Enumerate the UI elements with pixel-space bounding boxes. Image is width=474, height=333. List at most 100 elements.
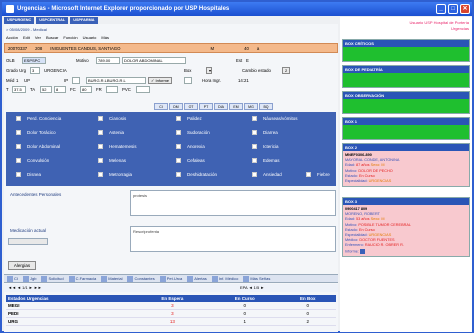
- tool-mas-senas[interactable]: Más Señas: [243, 275, 270, 282]
- exam-ci[interactable]: CI: [154, 103, 168, 110]
- menu-edit[interactable]: Edit: [23, 35, 30, 40]
- exam-pt[interactable]: PT: [199, 103, 213, 110]
- check-nauseas[interactable]: Náuseas/vómitos: [252, 116, 298, 121]
- menu-mas[interactable]: Más: [101, 35, 109, 40]
- tool-solicitud[interactable]: Solicitud: [41, 275, 64, 282]
- informe-button[interactable]: ✓ Informe: [148, 77, 173, 84]
- check-dolor-abdominal[interactable]: Dolor Abdominal: [16, 144, 60, 149]
- grado-field[interactable]: 3: [30, 67, 40, 74]
- exam-mg[interactable]: MG: [244, 103, 258, 110]
- check-fiebre[interactable]: Fiebre: [306, 172, 330, 177]
- check-sudoracion[interactable]: Sudoración: [176, 130, 210, 135]
- box-3[interactable]: BOX 3 0900417 809 MORENO, ROBERT Edad: 5…: [342, 197, 470, 258]
- check-ictericia[interactable]: Ictericia: [252, 144, 279, 149]
- tab-uspurgenc[interactable]: USPURGENC: [4, 17, 35, 24]
- medicacion-textarea[interactable]: Rescriprofenta: [130, 226, 336, 252]
- check-cefaleas[interactable]: Cefaleas: [176, 158, 205, 163]
- tool-inf-medico[interactable]: Inf. Médico: [211, 275, 238, 282]
- form-row-1: OLB ESPSPC Motivo 789.00 DOLOR ABDOMINAL…: [6, 57, 249, 64]
- box-value: 53 años: [356, 217, 370, 222]
- tool-constantes[interactable]: Constantes: [127, 275, 155, 282]
- menu-buscar[interactable]: Buscar: [46, 35, 58, 40]
- tool-ci[interactable]: CI: [7, 275, 18, 282]
- medico-label: Méd: [6, 78, 15, 83]
- fr-label: FR: [96, 87, 102, 92]
- box-title: BOX 1: [343, 118, 469, 125]
- check-disnea[interactable]: Disnea: [16, 172, 41, 177]
- check-hematemesis[interactable]: Hematemesis: [98, 144, 137, 149]
- table-row[interactable]: URG 13 1 2: [6, 317, 336, 326]
- medicacion-button[interactable]: [8, 238, 48, 245]
- box-2[interactable]: BOX 2 MNEF0306-890 MAYORAL CONDE, ANTONI…: [342, 143, 470, 188]
- row-en-box: 0: [279, 302, 336, 310]
- box-criticos[interactable]: BOX CRÍTICOS: [342, 39, 470, 62]
- box-dropdown[interactable]: ▾: [206, 67, 212, 74]
- row-en-curso: 0: [210, 309, 280, 318]
- check-cianosis[interactable]: Cianosis: [98, 116, 126, 121]
- pager-right[interactable]: EPA ◄ 1/5 ►: [240, 284, 264, 292]
- tab-uspfarma[interactable]: USPFARMA: [70, 17, 98, 24]
- action-toolbar: CI Jgb Solicitud C.Farmacia Material Con…: [4, 274, 338, 283]
- maximize-button[interactable]: □: [448, 4, 458, 14]
- check-ansiedad[interactable]: Ansiedad: [252, 172, 282, 177]
- check-melenas[interactable]: Melenas: [98, 158, 126, 163]
- check-palidez[interactable]: Palidez: [176, 116, 202, 121]
- pvc-field[interactable]: [136, 86, 150, 93]
- row-en-curso: 0: [210, 302, 280, 310]
- tab-uspcentral[interactable]: USPCENTRAL: [36, 17, 69, 24]
- temp-field[interactable]: 37.5: [12, 86, 26, 93]
- alergias-button[interactable]: Alergias: [8, 261, 36, 270]
- patient-name: INIGUENTES CANDUS, SANTIAGO: [50, 45, 121, 51]
- close-button[interactable]: ✕: [460, 4, 470, 14]
- informe-extra-field[interactable]: [184, 77, 193, 84]
- check-diarrea[interactable]: Diarrea: [252, 130, 278, 135]
- table-row[interactable]: MEGI 3 0 0: [6, 302, 336, 310]
- tool-jgb[interactable]: Jgb: [23, 275, 36, 282]
- ta-field-2[interactable]: 8: [54, 86, 66, 93]
- check-metrorragia[interactable]: Metrorragia: [98, 172, 132, 177]
- menu-accion[interactable]: Acción: [6, 35, 18, 40]
- box-key: Enfermero:: [345, 243, 364, 248]
- hora-label: Hora Ingr.: [202, 78, 221, 83]
- check-perd-conciencia[interactable]: Perd. Conciencia: [16, 116, 61, 121]
- motivo-text-field[interactable]: DOLOR ABDOMINAL: [122, 57, 186, 64]
- pager-left[interactable]: ◄◄ ◄ 1/1 ► ►►: [8, 285, 42, 290]
- tool-alertas[interactable]: Alertas: [187, 275, 207, 282]
- antecedentes-textarea[interactable]: protesis: [130, 190, 336, 216]
- minimize-button[interactable]: _: [436, 4, 446, 14]
- exam-ot[interactable]: OT: [184, 103, 198, 110]
- check-astenia[interactable]: Astenia: [98, 130, 124, 135]
- ta-field-1[interactable]: 52: [40, 86, 52, 93]
- cambio-estado-button[interactable]: 2: [282, 67, 290, 74]
- informe-icon[interactable]: [360, 248, 365, 254]
- table-header-row: Estados Urgencias En Espera En Curso En …: [6, 295, 336, 302]
- check-convulsion[interactable]: Convulsión: [16, 158, 49, 163]
- menu-usuario[interactable]: Usuario: [83, 35, 97, 40]
- nhc-field[interactable]: ESPSPC: [22, 57, 46, 64]
- tool-pet-urca[interactable]: Pet.Urca: [159, 275, 182, 282]
- exam-bq[interactable]: BQ: [259, 103, 273, 110]
- menu-funcion[interactable]: Función: [63, 35, 77, 40]
- menu-ver[interactable]: Ver: [35, 35, 41, 40]
- check-anorexia[interactable]: Anorexia: [176, 144, 205, 149]
- exam-dia[interactable]: DIA: [214, 103, 228, 110]
- table-row[interactable]: PEDI 3 0 0: [6, 309, 336, 318]
- tool-material[interactable]: Material: [101, 275, 122, 282]
- fr-field[interactable]: [106, 86, 118, 93]
- tool-farmacia[interactable]: C.Farmacia: [68, 275, 96, 282]
- exam-dm[interactable]: DM: [169, 103, 183, 110]
- row-en-box: 0: [279, 309, 336, 318]
- fc-field[interactable]: 80: [80, 86, 92, 93]
- box-pediatria[interactable]: BOX DE PEDIATRÍA: [342, 65, 470, 88]
- motivo-code-field[interactable]: 789.00: [96, 57, 120, 64]
- check-deshidratacion[interactable]: Deshidratación: [176, 172, 217, 177]
- box-observacion[interactable]: BOX OBSERVACIÓN: [342, 91, 470, 114]
- box-1[interactable]: BOX 1: [342, 117, 470, 140]
- check-label: Cefaleas: [187, 158, 205, 163]
- check-dolor-toracico[interactable]: Dolor Torácico: [16, 130, 56, 135]
- exam-em[interactable]: EM: [229, 103, 243, 110]
- check-edemas[interactable]: Edemas: [252, 158, 280, 163]
- ip-field[interactable]: [72, 77, 80, 84]
- up-field[interactable]: BURG.R.LBURG.R.L: [86, 77, 146, 84]
- pet-icon: [159, 275, 166, 282]
